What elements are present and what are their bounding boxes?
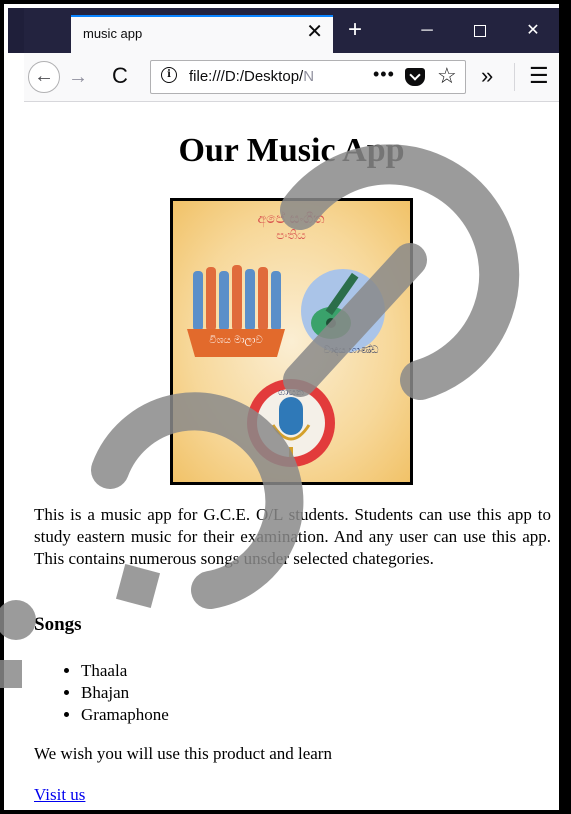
page-actions-icon[interactable]: ••• xyxy=(373,64,395,85)
bookmark-star-icon[interactable]: ☆ xyxy=(437,63,457,89)
navigation-bar: ← → C i file:///D:/Desktop/N ••• ☆ » ☰ xyxy=(24,53,559,102)
app-description: This is a music app for G.C.E. O/L stude… xyxy=(34,505,551,568)
music-illustration: අපේ සංගීත පංතිය විශය මාලාව වාදය භාණ්ඩ ගා… xyxy=(187,211,385,467)
music-app-image: අපේ සංගීත පංතිය විශය මාලාව වාදය භාණ්ඩ ගා… xyxy=(170,198,413,485)
maximize-icon[interactable] xyxy=(465,19,495,43)
forward-arrow-icon[interactable]: → xyxy=(68,64,88,90)
tab-strip-spacer xyxy=(24,8,71,53)
window-edge xyxy=(8,8,24,53)
info-icon[interactable]: i xyxy=(161,67,177,83)
svg-text:වාදය භාණ්ඩ: වාදය භාණ්ඩ xyxy=(323,343,379,356)
hamburger-menu-icon[interactable]: ☰ xyxy=(529,63,549,89)
songs-heading: Songs xyxy=(34,614,82,635)
microphone-icon: ගායන xyxy=(247,379,335,467)
address-bar[interactable]: i file:///D:/Desktop/N ••• ☆ xyxy=(150,60,466,94)
tab-close-icon[interactable]: ✕ xyxy=(306,22,323,42)
songs-list: Thaala Bhajan Gramaphone xyxy=(34,660,169,726)
screenshot-frame: music app ✕ + ─ ✕ ← → C i file:///D:/Des… xyxy=(0,0,571,814)
url-text[interactable]: file:///D:/Desktop/N xyxy=(189,68,349,85)
reload-icon[interactable]: C xyxy=(112,63,128,89)
page-title: Our Music App xyxy=(178,132,405,169)
list-item: Thaala xyxy=(81,660,169,682)
window-close-icon[interactable]: ✕ xyxy=(518,19,548,43)
list-item: Bhajan xyxy=(81,682,169,704)
pocket-icon[interactable] xyxy=(405,68,425,86)
title-bar: music app ✕ + ─ ✕ xyxy=(24,8,559,53)
svg-text:ගායන: ගායන xyxy=(278,387,304,398)
svg-text:විශය මාලාව: විශය මාලාව xyxy=(209,335,262,346)
minimize-icon[interactable]: ─ xyxy=(412,19,442,43)
overflow-chevron-icon[interactable]: » xyxy=(481,63,493,89)
page-content: Our Music App අපේ සංගීත පංතිය විශය මාලාව xyxy=(24,102,559,810)
image-caption-top-1: අපේ සංගීත xyxy=(257,211,325,228)
visit-us-link[interactable]: Visit us xyxy=(34,785,85,805)
closing-message: We wish you will use this product and le… xyxy=(34,744,332,763)
toolbar-divider xyxy=(514,63,515,91)
back-arrow-icon[interactable]: ← xyxy=(28,61,60,93)
new-tab-icon[interactable]: + xyxy=(342,18,368,44)
keys-icon: විශය මාලාව xyxy=(187,265,285,357)
tab-title: music app xyxy=(83,26,143,41)
image-caption-top-2: පංතිය xyxy=(276,228,306,242)
guitar-icon: වාදය භාණ්ඩ xyxy=(301,269,385,356)
list-item: Gramaphone xyxy=(81,704,169,726)
tab-music-app[interactable]: music app ✕ xyxy=(71,15,333,53)
